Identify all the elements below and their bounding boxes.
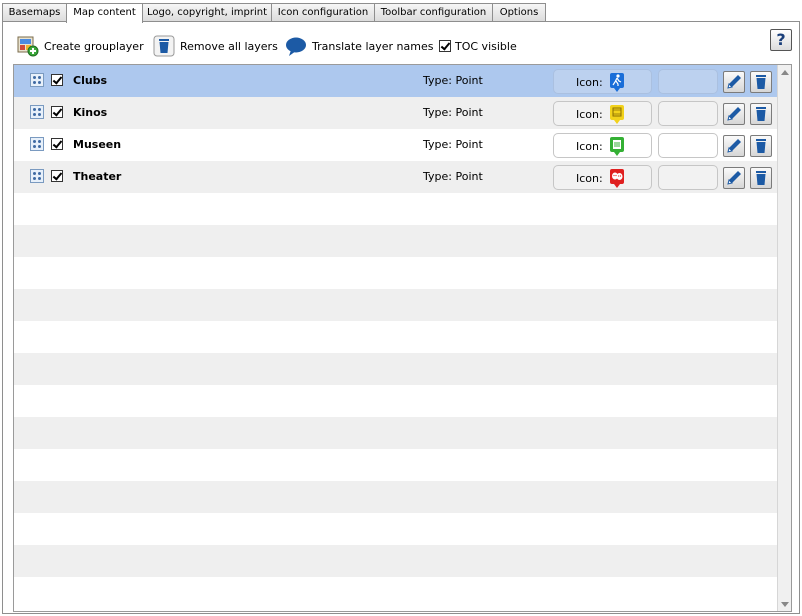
- empty-row: [14, 321, 777, 353]
- create-grouplayer-label: Create grouplayer: [44, 39, 144, 53]
- layer-row[interactable]: Museen Type: Point Icon:: [14, 129, 777, 161]
- layer-rows: Clubs Type: Point Icon: Kinos Type: Poin…: [14, 65, 777, 609]
- empty-row: [14, 193, 777, 225]
- layer-extra-field[interactable]: [658, 101, 718, 126]
- remove-all-layers-label: Remove all layers: [180, 39, 278, 53]
- edit-layer-button[interactable]: [723, 71, 745, 93]
- trash-icon: [756, 107, 766, 121]
- tab-options[interactable]: Options: [492, 3, 546, 21]
- translate-layer-names-button[interactable]: Translate layer names: [285, 34, 433, 58]
- tab-toolbar-configuration[interactable]: Toolbar configuration: [374, 3, 493, 21]
- tab-bar: Basemaps Map content Logo, copyright, im…: [2, 3, 800, 23]
- layer-name: Kinos: [73, 106, 108, 119]
- drag-handle-icon[interactable]: [30, 169, 44, 183]
- empty-row: [14, 545, 777, 577]
- drag-handle-icon[interactable]: [30, 137, 44, 151]
- layer-list: Clubs Type: Point Icon: Kinos Type: Poin…: [13, 64, 792, 612]
- icon-label: Icon:: [576, 76, 603, 89]
- map-content-panel: Create grouplayer Remove all layers Tran…: [2, 21, 800, 614]
- empty-row: [14, 289, 777, 321]
- layer-icon-selector[interactable]: Icon:: [553, 165, 652, 190]
- remove-all-layers-button[interactable]: Remove all layers: [153, 34, 278, 58]
- layer-type: Type: Point: [423, 106, 483, 119]
- layer-name: Theater: [73, 170, 122, 183]
- toc-visible-label: TOC visible: [455, 39, 517, 53]
- empty-row: [14, 225, 777, 257]
- empty-row: [14, 577, 777, 609]
- layer-type: Type: Point: [423, 74, 483, 87]
- layer-extra-field[interactable]: [658, 133, 718, 158]
- layer-icon-selector[interactable]: Icon:: [553, 69, 652, 94]
- delete-layer-button[interactable]: [750, 167, 772, 189]
- toc-visible-toggle[interactable]: TOC visible: [439, 34, 517, 58]
- empty-row: [14, 353, 777, 385]
- film-icon: [610, 105, 624, 124]
- edit-layer-button[interactable]: [723, 135, 745, 157]
- empty-row: [14, 417, 777, 449]
- museum-icon: [610, 137, 624, 156]
- empty-row: [14, 513, 777, 545]
- empty-row: [14, 449, 777, 481]
- layer-row[interactable]: Theater Type: Point Icon:: [14, 161, 777, 193]
- layer-extra-field[interactable]: [658, 165, 718, 190]
- toc-visible-checkbox[interactable]: [439, 40, 451, 52]
- translate-layer-names-label: Translate layer names: [312, 39, 434, 53]
- create-grouplayer-button[interactable]: Create grouplayer: [17, 34, 144, 58]
- scroll-up-arrow-icon[interactable]: [778, 65, 791, 79]
- icon-label: Icon:: [576, 172, 603, 185]
- tab-map-content[interactable]: Map content: [66, 3, 143, 23]
- icon-label: Icon:: [576, 108, 603, 121]
- layer-visible-checkbox[interactable]: [51, 138, 63, 150]
- layer-visible-checkbox[interactable]: [51, 170, 63, 182]
- help-icon: ?: [776, 30, 786, 49]
- tab-logo-copyright-imprint[interactable]: Logo, copyright, imprint: [142, 3, 272, 21]
- pencil-icon: [727, 75, 741, 89]
- vertical-scrollbar[interactable]: [777, 65, 791, 611]
- empty-row: [14, 257, 777, 289]
- theater-masks-icon: [610, 169, 624, 188]
- layer-icon-selector[interactable]: Icon:: [553, 133, 652, 158]
- drag-handle-icon[interactable]: [30, 105, 44, 119]
- trash-icon: [756, 171, 766, 185]
- tab-icon-configuration[interactable]: Icon configuration: [271, 3, 375, 21]
- scroll-down-arrow-icon[interactable]: [778, 597, 791, 611]
- layer-name: Clubs: [73, 74, 108, 87]
- edit-layer-button[interactable]: [723, 103, 745, 125]
- trash-icon: [756, 75, 766, 89]
- layer-name: Museen: [73, 138, 122, 151]
- edit-layer-button[interactable]: [723, 167, 745, 189]
- pencil-icon: [727, 107, 741, 121]
- pencil-icon: [727, 171, 741, 185]
- pencil-icon: [727, 139, 741, 153]
- trash-icon: [153, 35, 175, 57]
- layer-row[interactable]: Clubs Type: Point Icon:: [14, 65, 777, 97]
- grouplayer-add-icon: [17, 35, 39, 57]
- icon-label: Icon:: [576, 140, 603, 153]
- layer-row[interactable]: Kinos Type: Point Icon:: [14, 97, 777, 129]
- delete-layer-button[interactable]: [750, 135, 772, 157]
- speech-bubble-icon: [285, 35, 307, 57]
- layer-icon-selector[interactable]: Icon:: [553, 101, 652, 126]
- empty-row: [14, 385, 777, 417]
- help-button[interactable]: ?: [770, 29, 792, 51]
- drag-handle-icon[interactable]: [30, 73, 44, 87]
- layer-visible-checkbox[interactable]: [51, 74, 63, 86]
- layer-type: Type: Point: [423, 138, 483, 151]
- walking-person-icon: [610, 73, 624, 92]
- delete-layer-button[interactable]: [750, 71, 772, 93]
- empty-row: [14, 481, 777, 513]
- layer-extra-field[interactable]: [658, 69, 718, 94]
- delete-layer-button[interactable]: [750, 103, 772, 125]
- layer-type: Type: Point: [423, 170, 483, 183]
- trash-icon: [756, 139, 766, 153]
- layer-visible-checkbox[interactable]: [51, 106, 63, 118]
- tab-basemaps[interactable]: Basemaps: [2, 3, 67, 21]
